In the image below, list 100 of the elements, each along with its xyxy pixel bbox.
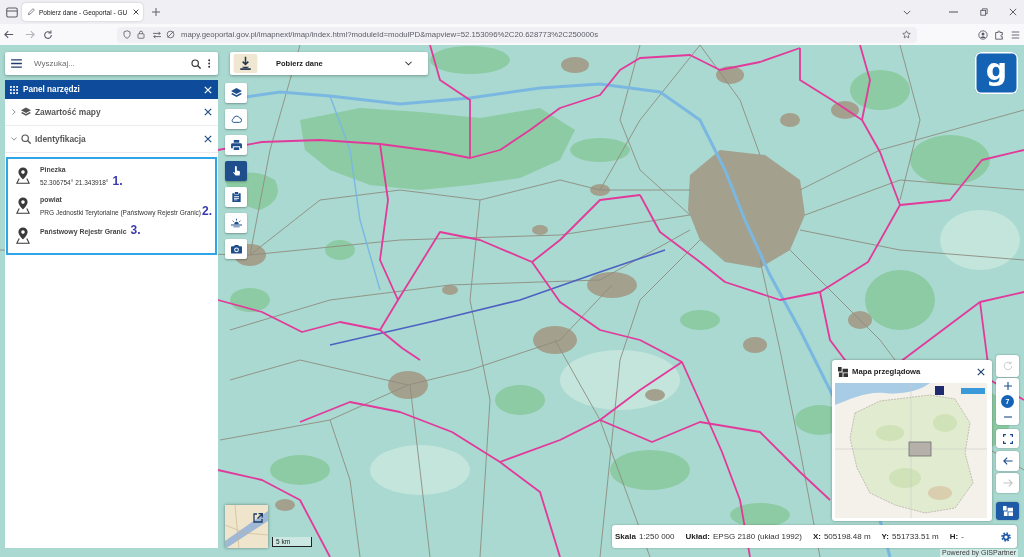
status-label: X: <box>812 532 821 541</box>
minus-icon <box>1003 416 1012 418</box>
town-area <box>561 57 589 73</box>
close-icon[interactable] <box>977 367 985 376</box>
toolbar-button[interactable] <box>225 213 247 233</box>
town-area <box>848 311 872 329</box>
lock-icon[interactable] <box>137 30 145 39</box>
town-area <box>275 499 295 511</box>
section-title[interactable]: Zawartość mapy <box>35 107 101 117</box>
toolbar-button[interactable] <box>225 109 247 129</box>
map-pin-icon <box>16 227 30 244</box>
panel-title: Panel narzędzi <box>23 85 80 94</box>
bookmark-star-icon[interactable] <box>902 30 911 39</box>
pen-icon <box>27 8 35 16</box>
toolbar-button[interactable] <box>225 83 247 103</box>
status-label: Skala <box>615 532 636 541</box>
town-area <box>587 272 637 298</box>
town-area <box>442 285 458 295</box>
reload-icon[interactable] <box>43 29 53 40</box>
back-arrow-icon[interactable] <box>4 30 14 39</box>
town-area <box>716 66 744 84</box>
status-value: EPSG 2180 (układ 1992) <box>712 532 802 541</box>
grid-icon <box>10 85 18 94</box>
shield-icon[interactable] <box>123 30 131 39</box>
forest-area <box>270 455 330 485</box>
hand-pointer-icon <box>230 166 242 176</box>
status-value: 1:250 000 <box>638 532 675 541</box>
external-link-icon[interactable] <box>253 513 263 523</box>
annotation-number: 2. <box>202 205 212 217</box>
printer-icon <box>230 140 242 150</box>
layers-icon <box>21 107 31 117</box>
annotation-number: 3. <box>130 224 141 236</box>
sunrise-icon <box>230 218 242 228</box>
refresh-icon <box>1002 361 1013 371</box>
more-options-icon[interactable] <box>207 59 210 68</box>
restore-icon[interactable] <box>980 8 988 16</box>
town-area <box>388 371 428 399</box>
town-area <box>780 113 800 127</box>
chevron-down-icon <box>405 61 412 66</box>
clipboard-icon <box>230 192 242 202</box>
layers-icon <box>230 88 242 98</box>
status-label: H: <box>949 532 959 541</box>
forest-area <box>230 288 270 312</box>
chevron-right-icon[interactable] <box>11 109 17 115</box>
arrow-left-icon <box>1002 456 1013 466</box>
plus-icon[interactable] <box>152 8 161 16</box>
town-area <box>831 101 859 119</box>
search-bar[interactable]: Wyszukaj... <box>5 52 218 75</box>
overview-map-button[interactable] <box>996 502 1019 520</box>
camera-icon <box>230 244 242 254</box>
download-icon <box>233 54 258 73</box>
puzzle-icon[interactable] <box>994 29 1004 40</box>
town-area <box>645 389 665 401</box>
section-title[interactable]: Identyfikacja <box>35 134 86 144</box>
town-area <box>743 337 767 353</box>
search-icon <box>21 134 31 144</box>
chevron-down-icon[interactable] <box>903 9 911 15</box>
close-icon[interactable] <box>204 135 212 143</box>
account-icon[interactable] <box>978 29 988 40</box>
toolbar-button[interactable] <box>225 135 247 155</box>
status-value: 505198.48 m <box>823 532 871 541</box>
fullscreen-icon <box>1002 433 1013 444</box>
close-icon[interactable] <box>1009 8 1017 16</box>
status-label: Układ: <box>685 532 710 541</box>
arrow-right-icon <box>1002 478 1013 488</box>
fullscreen-button[interactable] <box>996 429 1019 448</box>
search-icon[interactable] <box>190 58 201 69</box>
town-area <box>532 225 548 235</box>
chevron-down-icon[interactable] <box>11 136 17 142</box>
cloud-icon <box>230 114 242 124</box>
toolbar-button[interactable] <box>225 187 247 207</box>
logo[interactable]: g <box>975 52 1018 94</box>
tiles-icon <box>1002 506 1013 516</box>
status-value: 551733.51 m <box>892 532 939 541</box>
forest-area <box>730 503 790 527</box>
annotation-number: 1. <box>112 175 123 187</box>
swap-arrows-icon[interactable] <box>152 30 162 39</box>
settings-icon[interactable] <box>1001 531 1011 542</box>
map-pin-icon <box>16 197 30 214</box>
status-label: Y: <box>881 532 889 541</box>
plus-icon <box>1003 382 1012 390</box>
forest-area <box>865 270 935 330</box>
toolbar-button[interactable] <box>225 161 247 181</box>
status-value: - <box>961 532 964 541</box>
forest-area <box>680 310 720 330</box>
basemap-thumbnail[interactable] <box>225 505 268 548</box>
map-pin-icon <box>16 167 30 184</box>
town-area <box>590 184 610 196</box>
forest-area <box>325 240 355 260</box>
forest-area <box>495 385 545 415</box>
tab-list-icon[interactable] <box>6 6 18 18</box>
toolbar-button[interactable] <box>225 239 247 259</box>
forest-area <box>850 70 910 110</box>
blocked-icon[interactable] <box>166 30 175 39</box>
menu-icon[interactable] <box>11 59 22 68</box>
town-area <box>533 326 577 354</box>
tiles-icon <box>838 366 848 377</box>
search-field[interactable]: Wyszukaj... <box>34 56 191 71</box>
close-icon[interactable] <box>204 108 212 116</box>
close-icon[interactable] <box>133 9 140 15</box>
